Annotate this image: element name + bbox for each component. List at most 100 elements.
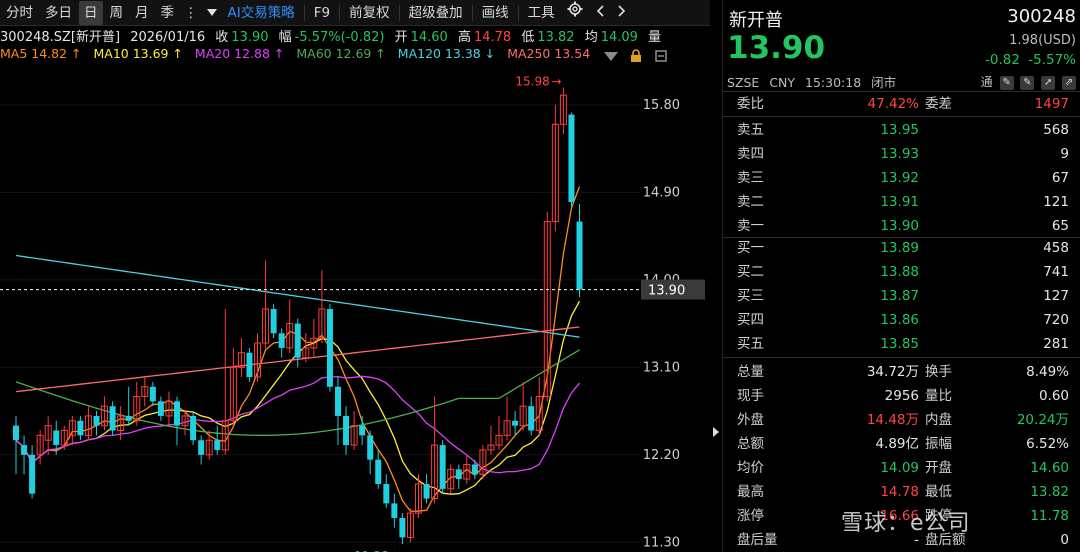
bid-row[interactable]: 买四 13.86 720 <box>723 308 1080 332</box>
collapse-triangle-icon[interactable] <box>604 50 618 65</box>
candle-body <box>21 445 28 455</box>
bid-row[interactable]: 买五 13.85 281 <box>723 332 1080 356</box>
ask-row[interactable]: 卖一 13.90 65 <box>723 214 1080 238</box>
tab-quarterly[interactable]: 季 <box>156 1 180 25</box>
candle-body <box>190 415 197 441</box>
max-arrow: → <box>551 74 561 88</box>
tools-button[interactable]: 工具 <box>523 1 560 25</box>
ask-row[interactable]: 卖三 13.92 67 <box>723 166 1080 190</box>
bid-label: 买一 <box>737 240 764 256</box>
bid-volume: 458 <box>1043 240 1069 256</box>
ask-volume: 121 <box>1043 194 1069 210</box>
stat-label: 最高 <box>737 484 764 500</box>
candle-body <box>174 401 180 426</box>
ma60-label: MA60 12.69 ↑ <box>296 46 386 61</box>
f9-button[interactable]: F9 <box>309 1 335 25</box>
bid-label: 买四 <box>737 312 764 328</box>
lock-icon[interactable] <box>630 49 642 66</box>
ask-price: 13.92 <box>880 170 919 186</box>
bid-row[interactable]: 买一 13.89 458 <box>723 236 1080 260</box>
candle-body <box>278 333 285 348</box>
kline-chart[interactable]: 15.8014.9014.0013.1012.2011.3013.9015.98… <box>0 66 712 552</box>
weicha-label: 委差 <box>925 96 952 112</box>
candle-body <box>93 415 100 426</box>
candle-body <box>359 425 366 436</box>
stat-label: 振幅 <box>925 436 952 452</box>
candle-body <box>198 440 205 455</box>
bid-row[interactable]: 买二 13.88 741 <box>723 260 1080 284</box>
stat-value: 6.52% <box>1026 436 1069 452</box>
ai-strategy-button[interactable]: AI交易策略 <box>223 1 300 25</box>
tab-daily[interactable]: 日 <box>79 0 103 25</box>
gear-icon[interactable] <box>562 1 588 25</box>
panel-toggle-icon[interactable] <box>710 420 722 444</box>
bid-price: 13.85 <box>880 336 919 352</box>
ma120-label: MA120 13.38 ↓ <box>397 46 496 61</box>
more-periods-button[interactable]: ⋮ <box>181 1 201 25</box>
candle-body <box>471 464 478 475</box>
chart-settings-icon[interactable] <box>654 49 668 66</box>
close-value: 13.90 <box>231 30 269 45</box>
ask-price: 13.90 <box>880 218 919 234</box>
max-price-label: 15.98 <box>515 74 549 88</box>
triangle-down-icon[interactable] <box>203 1 221 25</box>
ask-row[interactable]: 卖四 13.93 9 <box>723 142 1080 166</box>
overlay-button[interactable]: 超级叠加 <box>404 1 468 25</box>
ask-volume: 67 <box>1051 170 1069 186</box>
candle-body <box>214 440 221 450</box>
stat-row: 总额 4.89亿 振幅 6.52% <box>723 432 1080 456</box>
candle-body <box>270 309 277 334</box>
bid-label: 买二 <box>737 264 764 280</box>
expand-icon[interactable]: ⇗ <box>1062 75 1076 90</box>
toolbar-divider <box>339 4 341 21</box>
vol-label: 量 <box>648 30 662 45</box>
tab-monthly[interactable]: 月 <box>130 1 154 25</box>
bid-price: 13.89 <box>880 240 919 256</box>
tab-multiday[interactable]: 多日 <box>40 1 77 25</box>
edit-icon[interactable]: ✎ <box>999 75 1014 90</box>
close-label: 收 <box>215 30 229 45</box>
ask-row[interactable]: 卖二 13.91 121 <box>723 190 1080 214</box>
exchange: SZSE <box>727 75 760 90</box>
tab-weekly[interactable]: 周 <box>105 1 129 25</box>
watermark: 雪球：e公司 <box>841 511 971 536</box>
stat-label: 均价 <box>737 460 764 476</box>
chevron-right-icon[interactable] <box>612 1 632 25</box>
avg-value: 14.09 <box>600 30 638 45</box>
usd-price: 1.98(USD) <box>1009 33 1076 48</box>
last-price: 13.90 <box>727 30 826 66</box>
adjust-button[interactable]: 前复权 <box>344 1 395 25</box>
edit-alt-icon[interactable]: ✎ <box>1020 75 1035 90</box>
arrow-icon[interactable]: ➚ <box>1041 75 1056 90</box>
stat-row: 总量 34.72万 换手 8.49% <box>723 360 1080 384</box>
chevron-left-icon[interactable] <box>590 1 610 25</box>
toolbar-divider <box>303 4 305 21</box>
candle-body <box>439 445 446 489</box>
ask-label: 卖四 <box>737 146 764 162</box>
divider <box>723 116 1080 117</box>
divider <box>723 357 1080 358</box>
ma-legend: MA5 14.82 ↑ MA10 13.69 ↑ MA20 12.88 ↑ MA… <box>0 46 710 66</box>
draw-button[interactable]: 画线 <box>477 1 514 25</box>
tab-fenshi[interactable]: 分时 <box>1 1 38 25</box>
stat-label: 总量 <box>737 364 764 380</box>
candle-body <box>53 430 60 446</box>
candle-body <box>77 420 84 436</box>
stat-row: 外盘 14.48万 内盘 20.24万 <box>723 408 1080 432</box>
candle-body <box>576 221 583 290</box>
ask-row[interactable]: 卖五 13.95 568 <box>723 118 1080 142</box>
stat-value: 11.78 <box>1030 508 1069 524</box>
ask-label: 卖一 <box>737 218 764 234</box>
stat-value: 14.48万 <box>866 412 919 428</box>
current-price-tag: 13.90 <box>648 284 685 299</box>
market-meta: SZSE CNY 15:30:18 闭市 <box>727 72 896 91</box>
candle-body <box>109 406 116 431</box>
avg-label: 均 <box>584 30 598 45</box>
candle-body <box>29 454 36 494</box>
low-value: 13.82 <box>537 30 575 45</box>
stat-value: 34.72万 <box>866 364 919 380</box>
weibi-row: 委比 47.42% 委差 1497 <box>723 92 1080 116</box>
bid-row[interactable]: 买三 13.87 127 <box>723 284 1080 308</box>
stock-code-panel: 300248 <box>1007 6 1076 27</box>
stat-label: 最低 <box>925 484 952 500</box>
